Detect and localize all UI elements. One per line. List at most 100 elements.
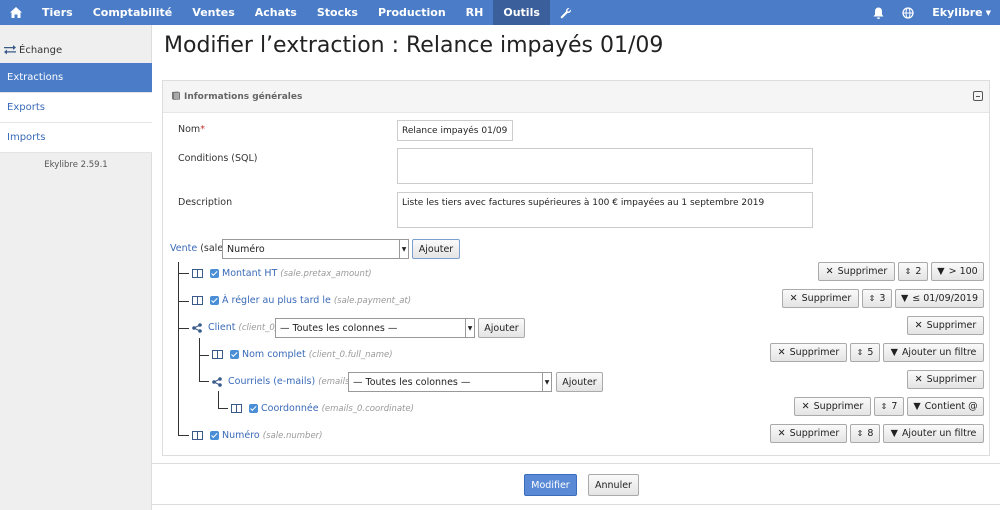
emails-column-select[interactable]: — Toutes les colonnes — ▼ xyxy=(348,372,552,392)
tree-row-number: Numéro (sale.number) xyxy=(192,430,323,441)
conditions-sql-field[interactable] xyxy=(397,148,813,184)
globe-icon[interactable] xyxy=(893,0,923,25)
field-meta: (sale.number) xyxy=(262,430,323,441)
tree-line-client xyxy=(199,338,200,381)
nav-comptabilite[interactable]: Comptabilité xyxy=(83,0,183,25)
vente-link[interactable]: Vente xyxy=(170,243,197,254)
cancel-button[interactable]: Annuler xyxy=(588,474,639,496)
checkbox-montant-ht[interactable] xyxy=(210,269,219,278)
submit-button[interactable]: Modifier xyxy=(524,474,577,496)
delete-button[interactable]: ✕ Supprimer xyxy=(794,397,871,416)
field-coordinate[interactable]: Coordonnée xyxy=(261,403,319,414)
checkbox-full-name[interactable] xyxy=(230,350,239,359)
delete-button[interactable]: ✕ Supprimer xyxy=(782,289,859,308)
sort-order-button[interactable]: ⇕ 7 xyxy=(874,397,904,416)
column-icon xyxy=(192,269,203,278)
checkbox-number[interactable] xyxy=(210,431,219,440)
panel-title: Informations générales xyxy=(184,92,303,102)
tree-row-client: Client (client_0) xyxy=(192,322,278,333)
tree-branch xyxy=(199,381,209,382)
tree-branch xyxy=(199,355,209,356)
column-icon xyxy=(192,296,203,305)
description-field[interactable]: Liste les tiers avec factures supérieure… xyxy=(397,192,813,228)
delete-label: Supprimer xyxy=(837,266,888,277)
filter-label: Contient @ xyxy=(924,401,978,412)
user-name: Ekylibre xyxy=(932,6,983,19)
nom-label: Nom* xyxy=(178,124,205,135)
sidebar-item-extractions[interactable]: Extractions xyxy=(0,63,152,93)
sidebar-item-exports[interactable]: Exports xyxy=(0,93,152,123)
sort-order-button[interactable]: ⇕ 5 xyxy=(850,343,880,362)
client-column-select-value: — Toutes les colonnes — xyxy=(280,322,398,334)
user-menu[interactable]: Ekylibre ▼ xyxy=(923,0,1000,25)
client-add-button[interactable]: Ajouter xyxy=(478,318,525,338)
nav-stocks[interactable]: Stocks xyxy=(307,0,368,25)
select-arrow-icon: ▼ xyxy=(465,319,474,337)
filter-button[interactable]: ▼ ≤ 01/09/2019 xyxy=(895,289,984,308)
field-montant-ht[interactable]: Montant HT xyxy=(222,268,277,279)
close-icon: ✕ xyxy=(914,320,923,331)
sort-icon: ⇕ xyxy=(856,429,864,438)
checkbox-coordinate[interactable] xyxy=(249,404,258,413)
field-number[interactable]: Numéro xyxy=(222,430,260,441)
filter-button[interactable]: ▼ Contient @ xyxy=(907,397,984,416)
sort-order-value: 8 xyxy=(867,428,874,439)
nav-tiers[interactable]: Tiers xyxy=(32,0,83,25)
field-payment-at[interactable]: À régler au plus tard le xyxy=(222,295,331,306)
filter-button[interactable]: ▼ Ajouter un filtre xyxy=(883,424,984,443)
delete-label: Supprimer xyxy=(801,293,852,304)
tree-row-emails: Courriels (e-mails) (emails_0) xyxy=(212,376,362,387)
emails-add-button[interactable]: Ajouter xyxy=(556,372,603,392)
filter-icon: ▼ xyxy=(900,293,909,304)
nav-rh[interactable]: RH xyxy=(456,0,494,25)
tree-branch xyxy=(218,408,228,409)
filter-button[interactable]: ▼ > 100 xyxy=(931,262,984,281)
delete-button[interactable]: ✕ Supprimer xyxy=(770,343,847,362)
field-meta: (client_0) xyxy=(238,322,279,333)
root-add-button[interactable]: Ajouter xyxy=(412,239,460,259)
tree-row-montant-ht: Montant HT (sale.pretax_amount) xyxy=(192,268,372,279)
filter-button[interactable]: ▼ Ajouter un filtre xyxy=(883,343,984,362)
field-meta: (emails_0.coordinate) xyxy=(321,403,414,414)
root-column-select[interactable]: Numéro ▼ xyxy=(222,239,409,259)
delete-button[interactable]: ✕ Supprimer xyxy=(907,370,984,389)
wrench-icon[interactable] xyxy=(550,0,582,25)
nav-outils[interactable]: Outils xyxy=(493,0,550,25)
sort-order-button[interactable]: ⇕ 3 xyxy=(862,289,892,308)
tree-branch xyxy=(178,301,189,302)
field-full-name[interactable]: Nom complet xyxy=(242,349,306,360)
nom-field[interactable]: Relance impayés 01/09 xyxy=(397,120,513,141)
root-column-select-value: Numéro xyxy=(227,243,265,255)
panel-header: Informations générales xyxy=(163,81,989,113)
sort-order-value: 7 xyxy=(891,401,898,412)
collapse-icon[interactable] xyxy=(973,91,983,101)
nav-ventes[interactable]: Ventes xyxy=(182,0,244,25)
filter-icon: ▼ xyxy=(890,347,898,358)
page-title: Modifier l’extraction : Relance impayés … xyxy=(164,33,664,58)
relation-client[interactable]: Client xyxy=(208,322,236,333)
sort-order-button[interactable]: ⇕ 2 xyxy=(898,262,928,281)
sort-icon: ⇕ xyxy=(880,402,888,411)
delete-button[interactable]: ✕ Supprimer xyxy=(818,262,895,281)
sort-icon: ⇕ xyxy=(856,348,864,357)
checkbox-payment-at[interactable] xyxy=(210,296,219,305)
tree-branch xyxy=(178,273,189,274)
filter-label: > 100 xyxy=(948,266,978,277)
close-icon: ✕ xyxy=(777,428,786,439)
delete-button[interactable]: ✕ Supprimer xyxy=(770,424,847,443)
sort-order-button[interactable]: ⇕ 8 xyxy=(850,424,880,443)
column-icon xyxy=(212,350,223,359)
tree-row-coordinate: Coordonnée (emails_0.coordinate) xyxy=(231,403,414,414)
sidebar-item-imports[interactable]: Imports xyxy=(0,123,152,153)
bell-icon[interactable] xyxy=(864,0,893,25)
client-column-select[interactable]: — Toutes les colonnes — ▼ xyxy=(275,318,475,338)
home-icon[interactable] xyxy=(0,0,32,25)
filter-label: Ajouter un filtre xyxy=(901,428,977,439)
nav-achats[interactable]: Achats xyxy=(245,0,307,25)
column-icon xyxy=(192,431,203,440)
nav-production[interactable]: Production xyxy=(368,0,456,25)
app-version: Ekylibre 2.59.1 xyxy=(44,160,108,170)
tree-branch xyxy=(178,328,189,329)
relation-emails[interactable]: Courriels (e-mails) xyxy=(228,376,315,387)
delete-button[interactable]: ✕ Supprimer xyxy=(907,316,984,335)
